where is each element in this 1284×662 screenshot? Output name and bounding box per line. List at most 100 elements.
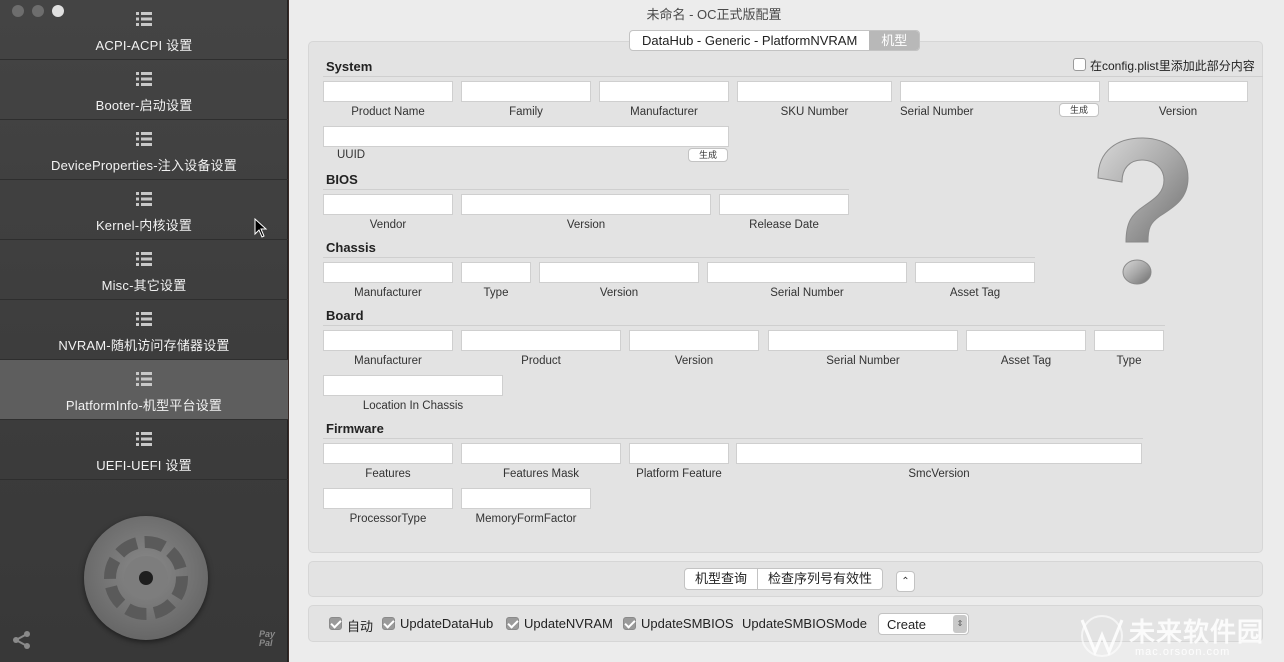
board-field-6[interactable] [323,375,503,396]
firmware-field-2[interactable] [629,443,729,464]
smbios-mode-value: Create [887,617,927,632]
sidebar-item-label: PlatformInfo-机型平台设置 [65,398,223,413]
sidebar-item-label: ACPI-ACPI 设置 [95,38,193,53]
sidebar-item-label: UEFI-UEFI 设置 [96,458,192,473]
add-section-label: 在config.plist里添加此部分内容 [1090,59,1255,73]
firmware-field-5[interactable] [461,488,591,509]
firmware-field-0[interactable] [323,443,453,464]
sidebar-item[interactable]: UEFI-UEFI 设置 [0,420,288,480]
system-field-3[interactable] [737,81,892,102]
firmware-field-3[interactable] [736,443,1142,464]
board-label-3: Serial Number [826,355,900,367]
chassis-field-4[interactable] [915,262,1035,283]
chassis-field-1[interactable] [461,262,531,283]
sidebar-item-label: NVRAM-随机访问存储器设置 [58,338,230,353]
auto-checkbox[interactable] [329,617,342,630]
tab-datahub[interactable]: DataHub - Generic - PlatformNVRAM [630,31,869,50]
board-field-5[interactable] [1094,330,1164,351]
check-serial-button[interactable]: 检查序列号有效性 [757,569,882,589]
board-field-1[interactable] [461,330,621,351]
chassis-label-1: Type [483,287,509,299]
update-datahub-checkbox[interactable] [382,617,395,630]
chassis-field-0[interactable] [323,262,453,283]
update-nvram-checkbox[interactable] [506,617,519,630]
board-section-title: Board [326,308,364,323]
opencore-logo [84,516,208,640]
watermark-text: 未来软件园 [1129,617,1265,647]
sidebar-item[interactable]: Booter-启动设置 [0,60,288,120]
add-section-checkbox[interactable] [1073,58,1086,71]
minimize-window-button[interactable] [32,5,44,17]
chassis-section-divider [323,257,1035,258]
sidebar-item[interactable]: NVRAM-随机访问存储器设置 [0,300,288,360]
sidebar-item[interactable]: Misc-其它设置 [0,240,288,300]
close-window-button[interactable] [12,5,24,17]
system-label-0: Product Name [351,106,425,118]
chassis-field-3[interactable] [707,262,907,283]
system-field-2[interactable] [599,81,729,102]
model-lookup-button[interactable]: 机型查询 [685,569,757,589]
chassis-label-0: Manufacturer [354,287,422,299]
watermark-url: mac.orsoon.com [1135,646,1231,658]
chevron-updown-icon: ⇕ [953,615,967,633]
bios-field-0[interactable] [323,194,453,215]
firmware-label-0: Features [365,468,411,480]
board-field-0[interactable] [323,330,453,351]
system-field-4[interactable] [900,81,1100,102]
system-label-4: Serial Number [900,106,974,118]
sidebar-item[interactable]: Kernel-内核设置 [0,180,288,240]
chassis-label-3: Serial Number [770,287,844,299]
window-controls [12,5,64,17]
board-label-0: Manufacturer [354,355,422,367]
firmware-field-4[interactable] [323,488,453,509]
tab-model[interactable]: 机型 [869,31,920,50]
generate-serial-button[interactable]: 生成 [1059,103,1099,117]
update-nvram-label: UpdateNVRAM [524,616,613,631]
update-smbios-checkbox[interactable] [623,617,636,630]
board-label-5: Type [1116,355,1142,367]
uuid-label: UUID [337,149,366,161]
action-button-group: 机型查询 检查序列号有效性 [684,568,884,590]
board-section-divider [323,325,1165,326]
stepper-control[interactable]: ⌃ [896,571,915,592]
platform-tab-bar: DataHub - Generic - PlatformNVRAM 机型 [629,30,921,51]
system-field-5[interactable] [1108,81,1248,102]
firmware-label-2: Platform Feature [636,468,722,480]
system-field-1[interactable] [461,81,591,102]
smbios-mode-select[interactable]: Create ⇕ [878,613,969,635]
main-area: 未命名 - OC正式版配置 DataHub - Generic - Platfo… [289,0,1284,662]
list-icon [136,132,152,146]
share-icon[interactable] [12,630,32,650]
mouse-cursor-icon [254,218,268,238]
sidebar-item-label: Booter-启动设置 [95,98,193,113]
sidebar-item-label: Misc-其它设置 [101,278,187,293]
update-datahub-label: UpdateDataHub [400,616,494,631]
board-field-3[interactable] [768,330,958,351]
board-field-4[interactable] [966,330,1086,351]
bios-field-1[interactable] [461,194,711,215]
paypal-icon[interactable]: Pay Pal [259,630,275,648]
chassis-field-2[interactable] [539,262,699,283]
chassis-section-title: Chassis [326,240,376,255]
sidebar-item[interactable]: PlatformInfo-机型平台设置 [0,360,288,420]
list-icon [136,252,152,266]
sidebar-item-label: DeviceProperties-注入设备设置 [51,158,237,173]
sidebar-item-label: Kernel-内核设置 [95,218,193,233]
watermark-logo-icon [1080,615,1124,657]
auto-label: 自动 [347,619,374,634]
bios-section-title: BIOS [326,172,358,187]
zoom-window-button[interactable] [52,5,64,17]
generate-uuid-button[interactable]: 生成 [688,148,728,162]
system-label-1: Family [509,106,543,118]
sidebar-item[interactable]: DeviceProperties-注入设备设置 [0,120,288,180]
bios-label-0: Vendor [369,219,407,231]
list-icon [136,12,152,26]
uuid-field[interactable] [323,126,729,147]
board-label-2: Version [674,355,714,367]
bios-field-2[interactable] [719,194,849,215]
board-field-2[interactable] [629,330,759,351]
sidebar: ACPI-ACPI 设置 Booter-启动设置 DeviceProperties-… [0,0,288,662]
firmware-field-1[interactable] [461,443,621,464]
firmware-section-title: Firmware [326,421,384,436]
system-field-0[interactable] [323,81,453,102]
